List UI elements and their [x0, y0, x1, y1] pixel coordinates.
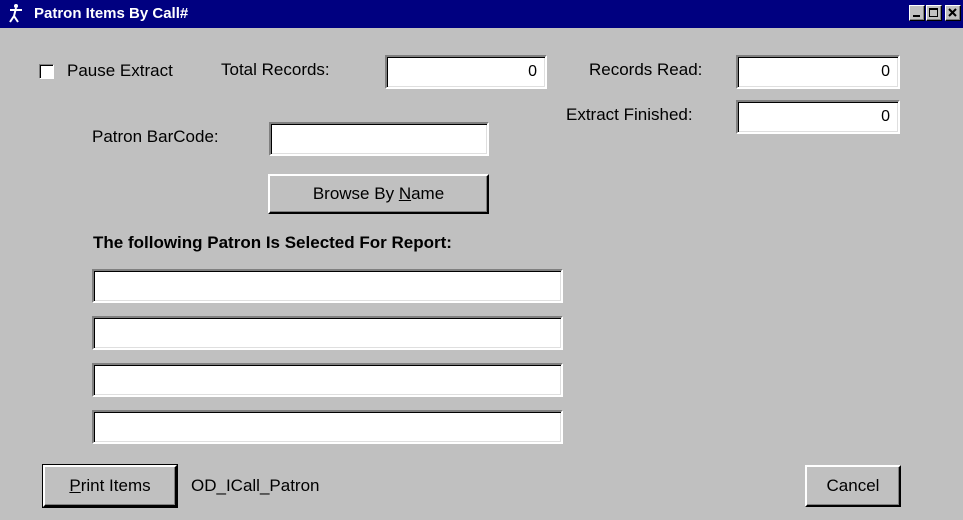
title-bar[interactable]: Patron Items By Call# [0, 0, 963, 28]
minimize-button[interactable] [909, 5, 925, 21]
browse-button-suffix: ame [411, 184, 445, 203]
browse-button-prefix: Browse By [312, 184, 399, 203]
cancel-button[interactable]: Cancel [805, 465, 901, 507]
patron-items-window: Patron Items By Call# Pause Extract Tota… [0, 0, 963, 520]
minimize-icon [913, 15, 920, 17]
print-button-suffix: rint Items [80, 476, 151, 495]
cancel-button-label: Cancel [826, 476, 880, 495]
selected-patron-heading: The following Patron Is Selected For Rep… [93, 233, 452, 252]
selected-patron-line-3[interactable] [92, 363, 563, 397]
records-read-field[interactable]: 0 [736, 55, 900, 89]
total-records-label: Total Records: [221, 60, 330, 79]
maximize-icon [929, 8, 938, 17]
total-records-field[interactable]: 0 [385, 55, 547, 89]
print-button-mnemonic: P [69, 476, 81, 495]
browse-by-name-button[interactable]: Browse By Name [268, 174, 489, 214]
browse-button-mnemonic: N [398, 184, 412, 203]
extract-finished-field[interactable]: 0 [736, 100, 900, 134]
window-title: Patron Items By Call# [34, 5, 189, 22]
app-figure-icon [6, 3, 24, 23]
patron-barcode-input[interactable] [269, 122, 489, 156]
print-items-button[interactable]: Print Items [42, 464, 178, 508]
patron-barcode-label: Patron BarCode: [92, 127, 219, 146]
pause-extract-label[interactable]: Pause Extract [67, 61, 173, 81]
records-read-label: Records Read: [589, 60, 703, 79]
selected-patron-line-4[interactable] [92, 410, 563, 444]
selected-patron-line-2[interactable] [92, 316, 563, 350]
maximize-button[interactable] [926, 5, 942, 21]
close-button[interactable] [945, 5, 961, 21]
pause-extract-checkbox[interactable] [39, 64, 54, 79]
form-name-label: OD_ICall_Patron [191, 476, 320, 495]
selected-patron-line-1[interactable] [92, 269, 563, 303]
extract-finished-label: Extract Finished: [566, 105, 693, 124]
close-icon [948, 8, 957, 17]
